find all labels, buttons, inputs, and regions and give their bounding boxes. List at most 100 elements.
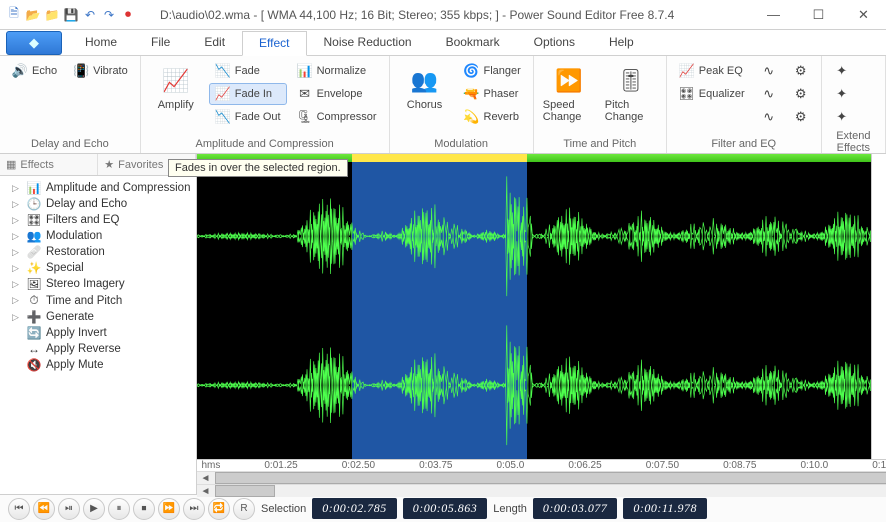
tree-item-label: Time and Pitch [46, 295, 122, 307]
selection-label: Selection [261, 503, 306, 515]
minimize-button[interactable]: — [751, 1, 796, 29]
filter-1-button-icon: ∿ [761, 63, 777, 79]
filter-1-button[interactable]: ∿ [755, 60, 783, 82]
tree-item-label: Generate [46, 311, 94, 323]
tab-options[interactable]: Options [517, 30, 592, 55]
transport-button-5[interactable]: ⏹ [133, 498, 155, 520]
qa-open2-icon[interactable]: 📁 [44, 7, 60, 23]
tab-edit[interactable]: Edit [187, 30, 242, 55]
transport-button-3[interactable]: ▶ [83, 498, 105, 520]
db-mark: -90 [872, 380, 886, 391]
app-menu-button[interactable]: ◆ [6, 31, 62, 55]
compressor-button[interactable]: 🗜Compressor [291, 106, 383, 128]
speed-change-button-icon: ⏩ [553, 65, 585, 97]
phaser-button[interactable]: 🔫Phaser [458, 83, 527, 105]
chorus-button[interactable]: 👥Chorus [396, 60, 454, 116]
tree-item-apply-reverse[interactable]: ↔Apply Reverse [2, 341, 194, 357]
fade-in-button[interactable]: 📈Fade In [209, 83, 287, 105]
db-mark: -16 [872, 222, 886, 233]
db-mark: -90 [872, 233, 886, 244]
tree-item-stereo-imagery[interactable]: ▷🖼Stereo Imagery [2, 276, 194, 292]
zoom-out-button[interactable]: ◄ [197, 486, 213, 497]
chevron-icon: ▷ [12, 199, 22, 210]
tab-file[interactable]: File [134, 30, 187, 55]
filter-5-button[interactable]: ⚙ [787, 83, 815, 105]
flanger-button[interactable]: 🌀Flanger [458, 60, 527, 82]
tab-home[interactable]: Home [68, 30, 134, 55]
peak-eq-button[interactable]: 📈Peak EQ [673, 60, 751, 82]
db-mark: -4 [872, 424, 886, 435]
ruler-mark: 0:08.75 [723, 460, 756, 471]
db-mark: -7 [872, 266, 886, 277]
envelope-button[interactable]: ✉Envelope [291, 83, 383, 105]
close-button[interactable]: ✕ [841, 1, 886, 29]
ribbon-group-label: Amplitude and Compression [141, 136, 389, 153]
maximize-button[interactable]: ☐ [796, 1, 841, 29]
qa-undo-icon[interactable]: ↶ [82, 7, 98, 23]
filter-6-button-icon: ⚙ [793, 109, 809, 125]
waveform-left [197, 162, 870, 311]
qa-record-icon[interactable]: ⏺ [120, 7, 136, 23]
tab-effect[interactable]: Effect [242, 31, 306, 56]
speed-change-button[interactable]: ⏩Speed Change [540, 60, 598, 128]
vibrato-button-icon: 📳 [73, 63, 89, 79]
filter-3-button[interactable]: ∿ [755, 106, 783, 128]
filter-3-button-icon: ∿ [761, 109, 777, 125]
qa-redo-icon[interactable]: ↷ [101, 7, 117, 23]
time-ruler[interactable]: hms0:01.250:02.500:03.750:05.00:06.250:0… [197, 459, 886, 471]
equalizer-button[interactable]: 🎛Equalizer [673, 83, 751, 105]
tree-item-restoration[interactable]: ▷🩹Restoration [2, 244, 194, 260]
filter-2-button[interactable]: ∿ [755, 83, 783, 105]
pitch-change-button[interactable]: 🎚Pitch Change [602, 60, 660, 128]
transport-button-7[interactable]: ⏭ [183, 498, 205, 520]
scroll-left-button[interactable]: ◄ [197, 473, 213, 484]
tree-item-special[interactable]: ▷✨Special [2, 260, 194, 276]
ext-3-button[interactable]: ✦ [828, 106, 856, 128]
echo-button[interactable]: 🔊Echo [6, 60, 63, 82]
h-scrollbar[interactable]: ◄ ► [197, 471, 886, 484]
ribbon-group-delay-and-echo: 🔊Echo📳VibratoDelay and Echo [0, 56, 141, 153]
chevron-icon: ▷ [12, 231, 22, 242]
tree-item-modulation[interactable]: ▷👥Modulation [2, 228, 194, 244]
tree-item-apply-mute[interactable]: 🔇Apply Mute [2, 357, 194, 373]
qa-save-icon[interactable]: 💾 [63, 7, 79, 23]
scroll-thumb[interactable] [215, 472, 886, 484]
transport-button-0[interactable]: ⏮ [8, 498, 30, 520]
transport-button-2[interactable]: ⏯ [58, 498, 80, 520]
tab-bookmark[interactable]: Bookmark [429, 30, 517, 55]
transport-button-4[interactable]: ⏸ [108, 498, 130, 520]
qa-open-icon[interactable]: 📂 [25, 7, 41, 23]
selection-start: 0:00:02.785 [312, 498, 397, 519]
tree-item-label: Apply Reverse [46, 343, 121, 355]
reverb-button[interactable]: 💫Reverb [458, 106, 527, 128]
ext-2-button[interactable]: ✦ [828, 83, 856, 105]
amplify-button[interactable]: 📈Amplify [147, 60, 205, 116]
tab-noise-reduction[interactable]: Noise Reduction [307, 30, 429, 55]
tree-item-icon: 🔄 [26, 326, 42, 340]
filter-5-button-icon: ⚙ [793, 86, 809, 102]
tree-item-filters-and-eq[interactable]: ▷🎛Filters and EQ [2, 212, 194, 228]
filter-6-button[interactable]: ⚙ [787, 106, 815, 128]
tree-item-apply-invert[interactable]: 🔄Apply Invert [2, 325, 194, 341]
qa-new-icon[interactable]: 🗎 [6, 7, 22, 23]
tree-item-amplitude-and-compression[interactable]: ▷📊Amplitude and Compression [2, 180, 194, 196]
ext-1-button[interactable]: ✦ [828, 60, 856, 82]
transport-button-9[interactable]: R [233, 498, 255, 520]
tab-help[interactable]: Help [592, 30, 651, 55]
filter-4-button[interactable]: ⚙ [787, 60, 815, 82]
zoom-thumb[interactable] [215, 485, 275, 497]
transport-button-8[interactable]: 🔁 [208, 498, 230, 520]
normalize-button[interactable]: 📊Normalize [291, 60, 383, 82]
tree-item-time-and-pitch[interactable]: ▷⏱Time and Pitch [2, 292, 194, 309]
tree-item-delay-and-echo[interactable]: ▷🕒Delay and Echo [2, 196, 194, 212]
waveform-canvas[interactable] [197, 154, 870, 459]
fade-out-button[interactable]: 📉Fade Out [209, 106, 287, 128]
tree-item-generate[interactable]: ▷➕Generate [2, 309, 194, 325]
zoom-scrollbar[interactable]: ◄ ► [197, 484, 886, 497]
fade-button[interactable]: 📉Fade [209, 60, 287, 82]
sidebar-tab-effects[interactable]: ▦ Effects [0, 154, 98, 175]
vibrato-button[interactable]: 📳Vibrato [67, 60, 134, 82]
transport-button-6[interactable]: ⏩ [158, 498, 180, 520]
ext-3-button-icon: ✦ [834, 109, 850, 125]
transport-button-1[interactable]: ⏪ [33, 498, 55, 520]
